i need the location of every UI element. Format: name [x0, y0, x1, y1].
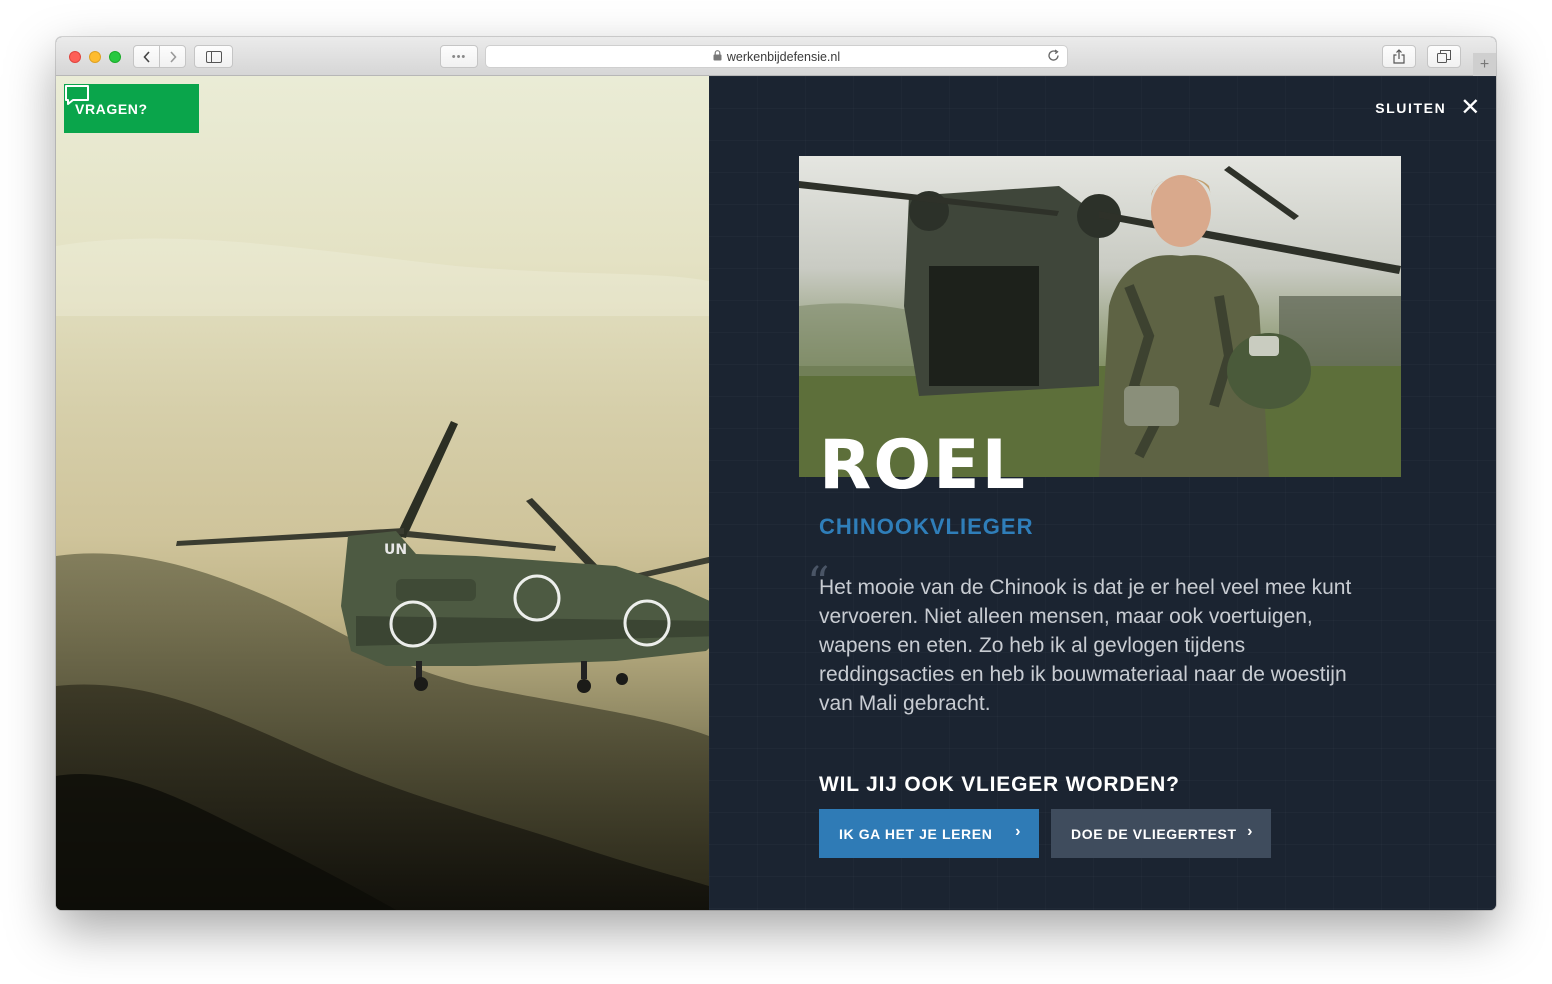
profile-role: CHINOOKVLIEGER [819, 514, 1034, 539]
back-button[interactable] [134, 46, 159, 67]
tabs-overview-button[interactable] [1427, 45, 1461, 68]
profile-panel: SLUITEN ✕ ROEL CHINOOKVLIEGER “ Het mooi… [709, 76, 1496, 910]
hero-helicopter-image: UN VRAGEN? [56, 76, 709, 910]
browser-window: ••• werkenbijdefensie.nl + UN VRAGEN? SL… [56, 37, 1496, 910]
sidebar-icon [205, 50, 222, 63]
page-content: UN VRAGEN? SLUITEN ✕ ROEL CHINOOKVLIEGER… [56, 76, 1496, 910]
profile-quote: Het mooie van de Chinook is dat je er he… [819, 576, 1352, 715]
reload-icon[interactable] [1047, 49, 1060, 65]
hero-illustration: UN [56, 238, 709, 910]
close-button[interactable]: SLUITEN ✕ [1375, 96, 1482, 120]
pilot-test-button[interactable]: DOE DE VLIEGERTEST › [1051, 809, 1271, 858]
navigation-buttons [133, 45, 186, 68]
lock-icon [713, 49, 722, 64]
chevron-right-icon: › [1247, 823, 1253, 840]
sidebar-button[interactable] [194, 45, 233, 68]
chevron-right-icon: › [1015, 823, 1021, 840]
new-tab-button[interactable]: + [1473, 53, 1496, 76]
chat-bubble-icon [65, 85, 89, 105]
close-window-button[interactable] [69, 51, 81, 63]
tabs-icon [1437, 50, 1451, 63]
share-icon [1393, 49, 1405, 64]
extensions-button[interactable]: ••• [440, 45, 478, 68]
zoom-window-button[interactable] [109, 51, 121, 63]
chevron-left-icon [143, 50, 150, 63]
close-label: SLUITEN [1375, 100, 1447, 116]
share-button[interactable] [1382, 45, 1416, 68]
address-bar[interactable]: werkenbijdefensie.nl [485, 45, 1068, 68]
profile-name: ROEL [819, 426, 1027, 505]
learn-button-label: IK GA HET JE LEREN [839, 825, 993, 842]
cta-heading: WIL JIJ OOK VLIEGER WORDEN? [819, 773, 1180, 796]
browser-toolbar: ••• werkenbijdefensie.nl + [56, 37, 1496, 76]
close-icon: ✕ [1460, 94, 1482, 121]
learn-button[interactable]: IK GA HET JE LEREN › [819, 809, 1039, 858]
chevron-right-icon [170, 50, 177, 63]
url-text: werkenbijdefensie.nl [726, 49, 841, 64]
questions-button[interactable]: VRAGEN? [64, 84, 199, 133]
forward-button[interactable] [159, 46, 185, 67]
minimize-window-button[interactable] [89, 51, 101, 63]
helicopter-marking: UN [384, 542, 407, 558]
pilot-test-button-label: DOE DE VLIEGERTEST [1071, 825, 1237, 842]
